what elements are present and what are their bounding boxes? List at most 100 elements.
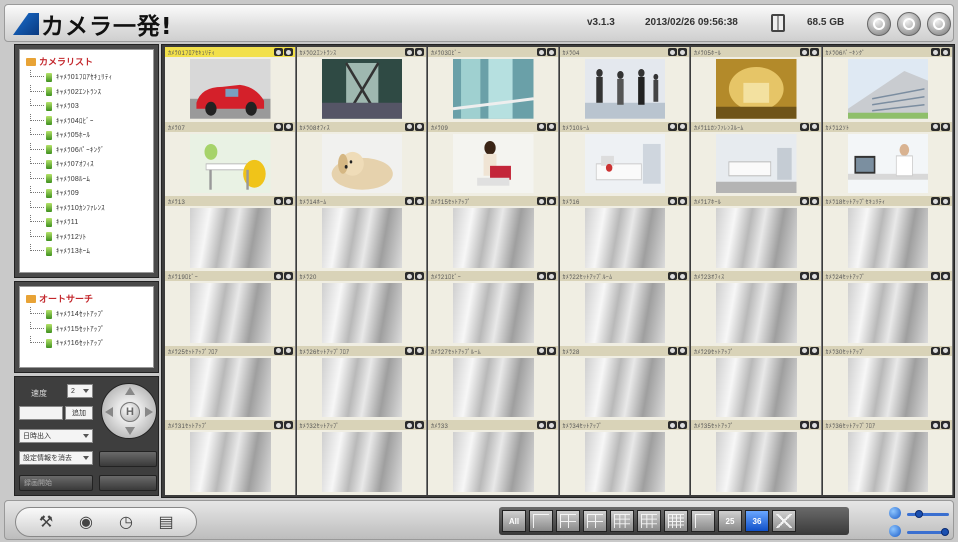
tree-item-camera[interactable]: ｷｬﾒﾗ04ﾛﾋﾞｰ bbox=[30, 113, 153, 129]
camera-view-cell[interactable]: ｶﾒﾗ34ｾｯﾄｱｯﾌﾟ bbox=[559, 420, 690, 496]
snapshot-icon[interactable] bbox=[415, 48, 424, 56]
snapshot-icon[interactable] bbox=[941, 346, 950, 355]
snapshot-icon[interactable] bbox=[546, 197, 556, 206]
speaker-slider-knob[interactable] bbox=[941, 528, 949, 536]
layout-button[interactable]: 36 bbox=[745, 510, 769, 532]
camera-view-cell[interactable]: ｶﾒﾗ11ｶﾝﾌｧﾚﾝｽﾙｰﾑ bbox=[691, 121, 822, 197]
auto-search-root[interactable]: オートサーチ bbox=[26, 292, 153, 305]
record-toggle-icon[interactable] bbox=[799, 197, 809, 206]
snapshot-icon[interactable] bbox=[678, 197, 687, 206]
layout-button[interactable] bbox=[529, 510, 553, 532]
layout-button[interactable] bbox=[610, 510, 634, 532]
snapshot-icon[interactable] bbox=[809, 421, 819, 430]
camera-view-cell[interactable]: ｶﾒﾗ24ｾｯﾄｱｯﾌﾟ bbox=[822, 271, 953, 346]
camera-view-cell[interactable]: ｶﾒﾗ13 bbox=[165, 196, 296, 272]
record-toggle-icon[interactable] bbox=[931, 48, 940, 56]
snapshot-icon[interactable] bbox=[546, 48, 556, 56]
tree-item-camera[interactable]: ｷｬﾒﾗ15ｾｯﾄｱｯﾌﾟ bbox=[30, 321, 153, 337]
tree-item-camera[interactable]: ｷｬﾒﾗ12ｿﾄ bbox=[30, 229, 153, 245]
record-toggle-icon[interactable] bbox=[799, 122, 809, 131]
snapshot-icon[interactable] bbox=[678, 272, 687, 281]
camera-view-cell[interactable]: ｶﾒﾗ10ﾙｰﾑ bbox=[559, 121, 690, 197]
camera-view-cell[interactable]: ｶﾒﾗ17ﾎｰﾙ bbox=[691, 196, 822, 272]
record-toggle-icon[interactable] bbox=[931, 122, 940, 131]
camera-view-cell[interactable]: ｶﾒﾗ18ｾｯﾄｱｯﾌﾟｾｷｭﾘﾃｨ bbox=[822, 196, 953, 272]
record-toggle-icon[interactable] bbox=[536, 421, 546, 430]
layout-button[interactable] bbox=[691, 510, 715, 532]
camera-view-cell[interactable]: ｶﾒﾗ16 bbox=[559, 196, 690, 272]
layout-button[interactable]: 25 bbox=[718, 510, 742, 532]
snapshot-icon[interactable] bbox=[415, 122, 424, 131]
mic-slider-knob[interactable] bbox=[915, 510, 923, 518]
snapshot-icon[interactable] bbox=[283, 197, 293, 206]
record-toggle-icon[interactable] bbox=[405, 421, 414, 430]
arrow-left-icon[interactable] bbox=[105, 407, 113, 417]
record-toggle-icon[interactable] bbox=[273, 346, 283, 355]
layout-button[interactable] bbox=[664, 510, 688, 532]
layout-button[interactable] bbox=[772, 510, 796, 532]
camera-view-cell[interactable]: ｶﾒﾗ05ﾎｰﾙ bbox=[691, 47, 822, 122]
snapshot-icon[interactable] bbox=[941, 272, 950, 281]
schedule-button[interactable]: ◷ bbox=[114, 511, 138, 533]
mic-slider[interactable] bbox=[907, 513, 949, 516]
snapshot-icon[interactable] bbox=[415, 421, 424, 430]
preset-apply-button[interactable] bbox=[99, 451, 157, 467]
record-toggle-icon[interactable] bbox=[799, 346, 809, 355]
record-toggle-icon[interactable] bbox=[931, 346, 940, 355]
snapshot-icon[interactable] bbox=[546, 421, 556, 430]
layout-button[interactable] bbox=[583, 510, 607, 532]
snapshot-icon[interactable] bbox=[283, 48, 293, 56]
layout-button[interactable]: All bbox=[502, 510, 526, 532]
camera-view-cell[interactable]: ｶﾒﾗ14ﾎｰﾑ bbox=[296, 196, 427, 272]
snapshot-icon[interactable] bbox=[809, 48, 819, 56]
record-toggle-icon[interactable] bbox=[536, 122, 546, 131]
tree-item-camera[interactable]: ｷｬﾒﾗ06ﾊﾟｰｷﾝｸﾞ bbox=[30, 142, 153, 158]
record-toggle-icon[interactable] bbox=[273, 122, 283, 131]
record-toggle-icon[interactable] bbox=[405, 346, 414, 355]
record-toggle-icon[interactable] bbox=[668, 48, 677, 56]
snapshot-icon[interactable] bbox=[809, 346, 819, 355]
tree-item-camera[interactable]: ｷｬﾒﾗ11 bbox=[30, 215, 153, 230]
record-toggle-icon[interactable] bbox=[273, 197, 283, 206]
tree-item-camera[interactable]: ｷｬﾒﾗ05ﾎｰﾙ bbox=[30, 128, 153, 143]
tree-item-camera[interactable]: ｷｬﾒﾗ07ｵﾌｨｽ bbox=[30, 157, 153, 172]
camera-view-cell[interactable]: ｶﾒﾗ27ｾｯﾄｱｯﾌﾟﾙｰﾑ bbox=[428, 345, 559, 421]
tree-item-camera[interactable]: ｷｬﾒﾗ10ｶﾝﾌｧﾚﾝｽ bbox=[30, 200, 153, 216]
camera-view-cell[interactable]: ｶﾒﾗ12ｿﾄ bbox=[822, 121, 953, 197]
camera-view-cell[interactable]: ｶﾒﾗ25ｾｯﾄｱｯﾌﾟﾌﾛｱ bbox=[165, 345, 296, 421]
tree-item-camera[interactable]: ｷｬﾒﾗ01ﾌﾛｱｾｷｭﾘﾃｨ bbox=[30, 70, 153, 85]
speed-select[interactable]: 2 bbox=[67, 384, 93, 398]
snapshot-icon[interactable] bbox=[283, 272, 293, 281]
camera-button[interactable]: ◉ bbox=[74, 511, 98, 533]
tree-item-camera[interactable]: ｷｬﾒﾗ13ﾎｰﾑ bbox=[30, 244, 153, 259]
layout-button[interactable] bbox=[556, 510, 580, 532]
record-toggle-icon[interactable] bbox=[405, 122, 414, 131]
camera-view-cell[interactable]: ｶﾒﾗ03ﾛﾋﾞｰ bbox=[428, 47, 559, 122]
camera-view-cell[interactable]: ｶﾒﾗ23ｵﾌｨｽ bbox=[691, 271, 822, 346]
record-toggle-icon[interactable] bbox=[668, 346, 677, 355]
tree-item-camera[interactable]: ｷｬﾒﾗ03 bbox=[30, 99, 153, 114]
snapshot-icon[interactable] bbox=[678, 346, 687, 355]
camera-view-cell[interactable]: ｶﾒﾗ07 bbox=[165, 121, 296, 197]
record-toggle-icon[interactable] bbox=[405, 197, 414, 206]
log-button[interactable]: ▤ bbox=[154, 511, 178, 533]
camera-view-cell[interactable]: ｶﾒﾗ29ｾｯﾄｱｯﾌﾟ bbox=[691, 345, 822, 421]
snapshot-icon[interactable] bbox=[546, 272, 556, 281]
snapshot-icon[interactable] bbox=[415, 272, 424, 281]
snapshot-icon[interactable] bbox=[941, 122, 950, 131]
record-toggle-icon[interactable] bbox=[405, 48, 414, 56]
record-toggle-icon[interactable] bbox=[668, 197, 677, 206]
snapshot-icon[interactable] bbox=[678, 421, 687, 430]
camera-view-cell[interactable]: ｶﾒﾗ06ﾊﾟｰｷﾝｸﾞ bbox=[822, 47, 953, 122]
record-toggle-icon[interactable] bbox=[668, 272, 677, 281]
arrow-right-icon[interactable] bbox=[145, 407, 153, 417]
record-toggle-icon[interactable] bbox=[536, 197, 546, 206]
datetime-select[interactable]: 日時出入 bbox=[19, 429, 93, 443]
camera-view-cell[interactable]: ｶﾒﾗ35ｾｯﾄｱｯﾌﾟ bbox=[691, 420, 822, 496]
snapshot-icon[interactable] bbox=[809, 272, 819, 281]
snapshot-icon[interactable] bbox=[678, 48, 687, 56]
record-toggle-icon[interactable] bbox=[405, 272, 414, 281]
camera-view-cell[interactable]: ｶﾒﾗ31ｾｯﾄｱｯﾌﾟ bbox=[165, 420, 296, 496]
snapshot-icon[interactable] bbox=[415, 197, 424, 206]
camera-view-cell[interactable]: ｶﾒﾗ19ﾛﾋﾞｰ bbox=[165, 271, 296, 346]
